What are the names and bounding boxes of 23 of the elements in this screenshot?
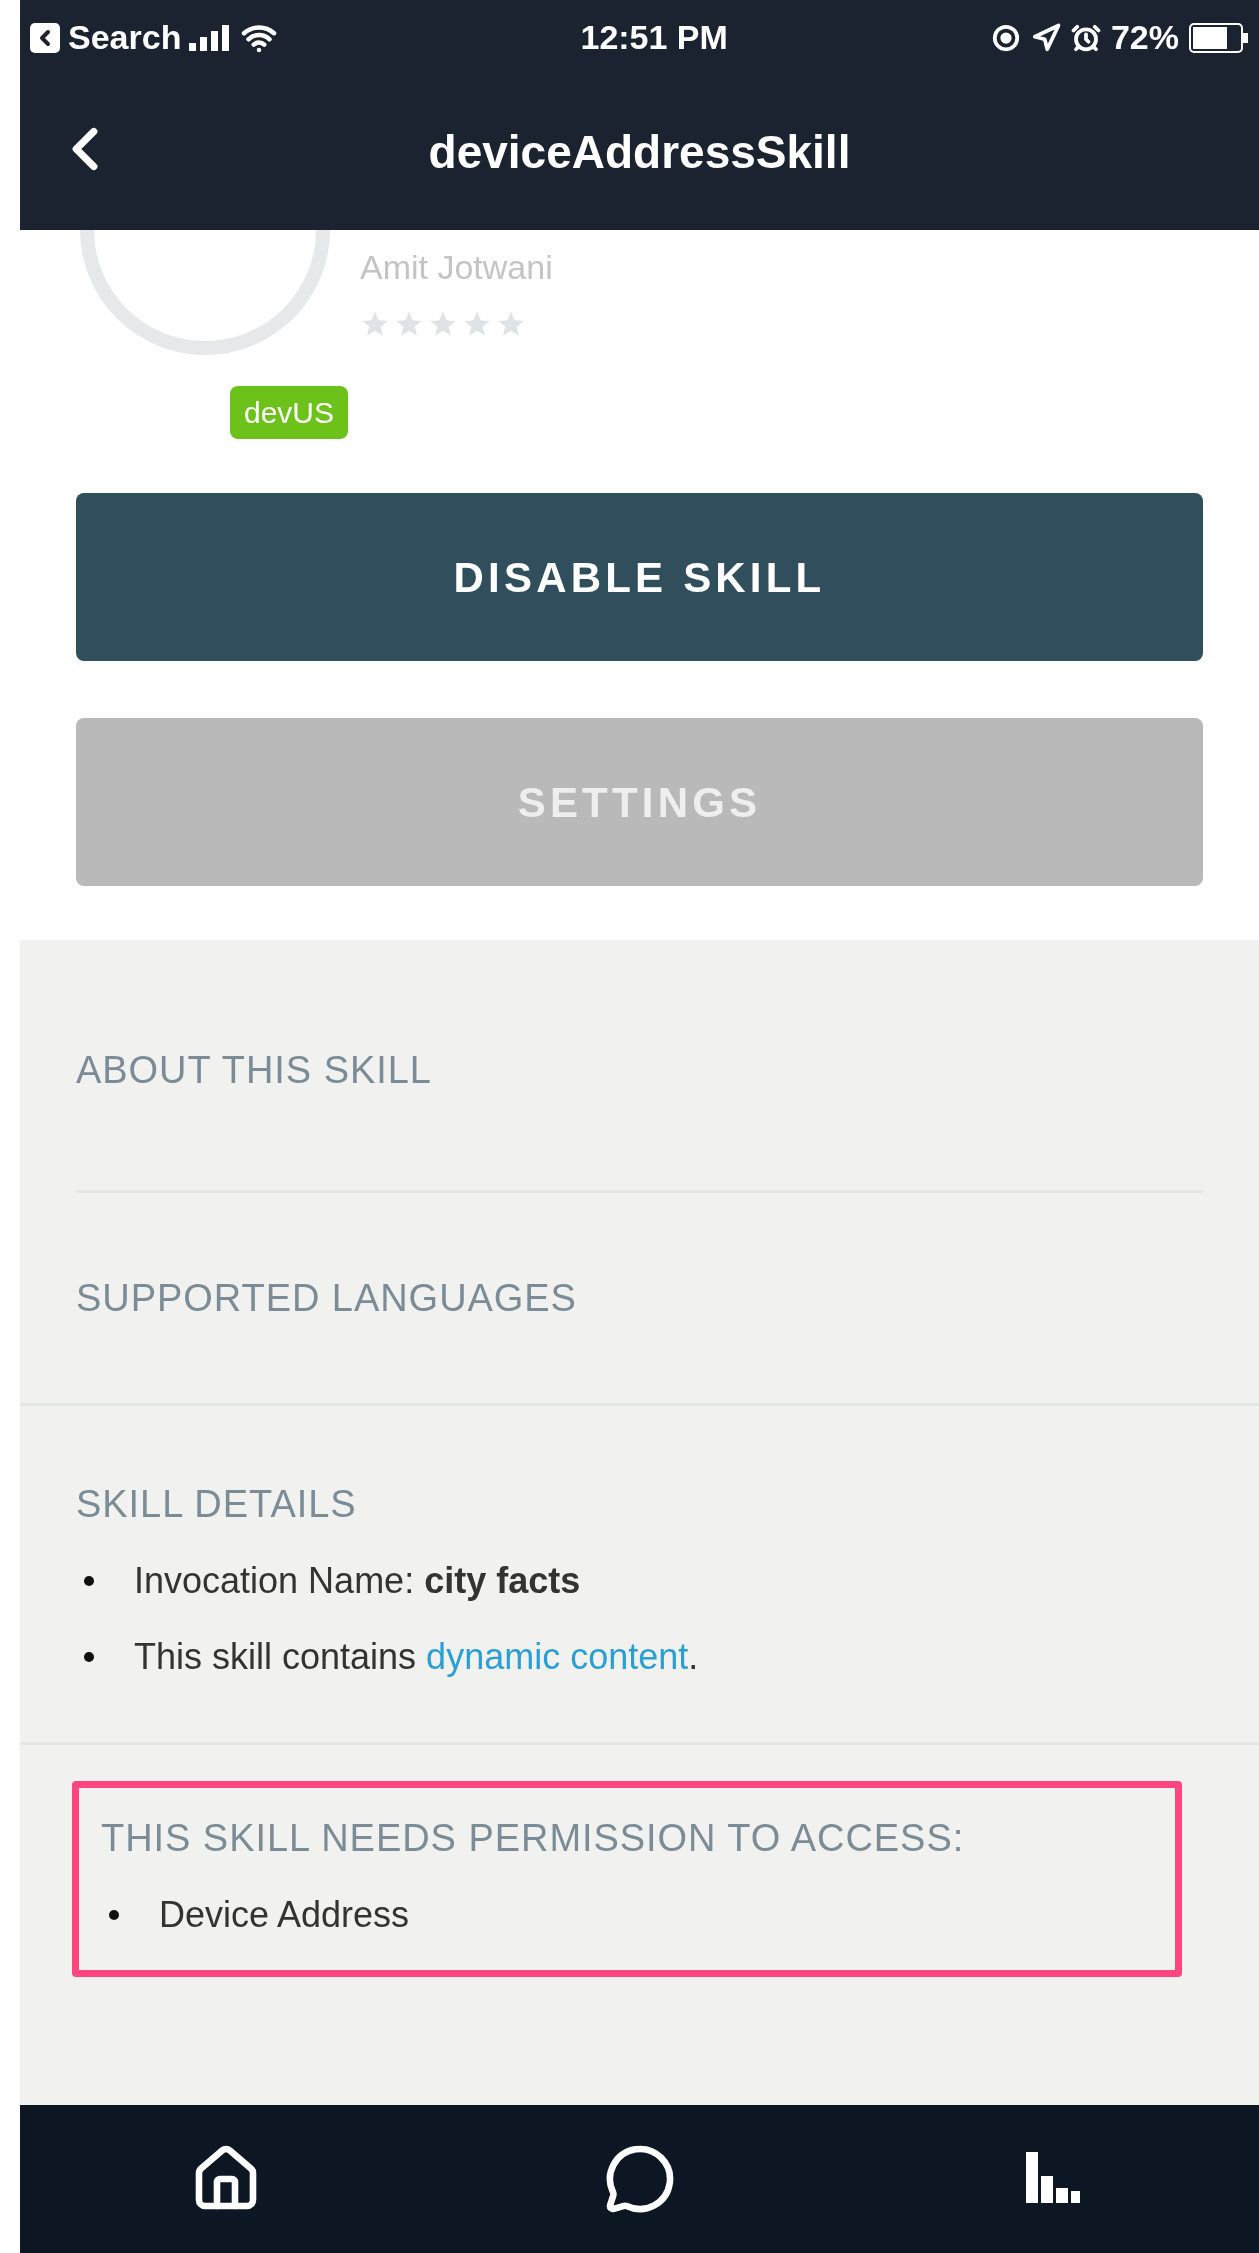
disable-skill-button[interactable]: DISABLE SKILL xyxy=(76,493,1203,661)
section-heading[interactable]: SUPPORTED LANGUAGES xyxy=(76,1274,577,1322)
lock-rotation-icon xyxy=(990,22,1021,53)
back-app-label[interactable]: Search xyxy=(68,12,182,63)
battery-icon xyxy=(1189,22,1249,53)
back-app-icon[interactable] xyxy=(30,22,60,53)
details-link[interactable]: dynamic content xyxy=(426,1636,689,1677)
nav-title: deviceAddressSkill xyxy=(428,125,851,180)
battery-percent: 72% xyxy=(1110,17,1179,58)
section-heading: SKILL DETAILS xyxy=(76,1482,358,1527)
developer-name: Amit Jotwani xyxy=(360,247,553,288)
bullet-icon xyxy=(84,1652,94,1662)
detail-text: This skill contains dynamic content. xyxy=(134,1635,699,1679)
bullet-icon xyxy=(84,1576,94,1586)
alarm-icon xyxy=(1070,22,1101,53)
region-badge: devUS xyxy=(230,386,349,439)
detail-text: Device Address xyxy=(159,1893,410,1937)
section-heading[interactable]: ABOUT THIS SKILL xyxy=(76,1046,432,1094)
location-icon xyxy=(1030,22,1061,53)
status-time: 12:51 PM xyxy=(580,17,728,58)
bullet-icon xyxy=(109,1910,119,1920)
detail-text: Invocation Name: city facts xyxy=(134,1559,581,1603)
section-heading: THIS SKILL NEEDS PERMISSION TO ACCESS: xyxy=(101,1816,966,1861)
